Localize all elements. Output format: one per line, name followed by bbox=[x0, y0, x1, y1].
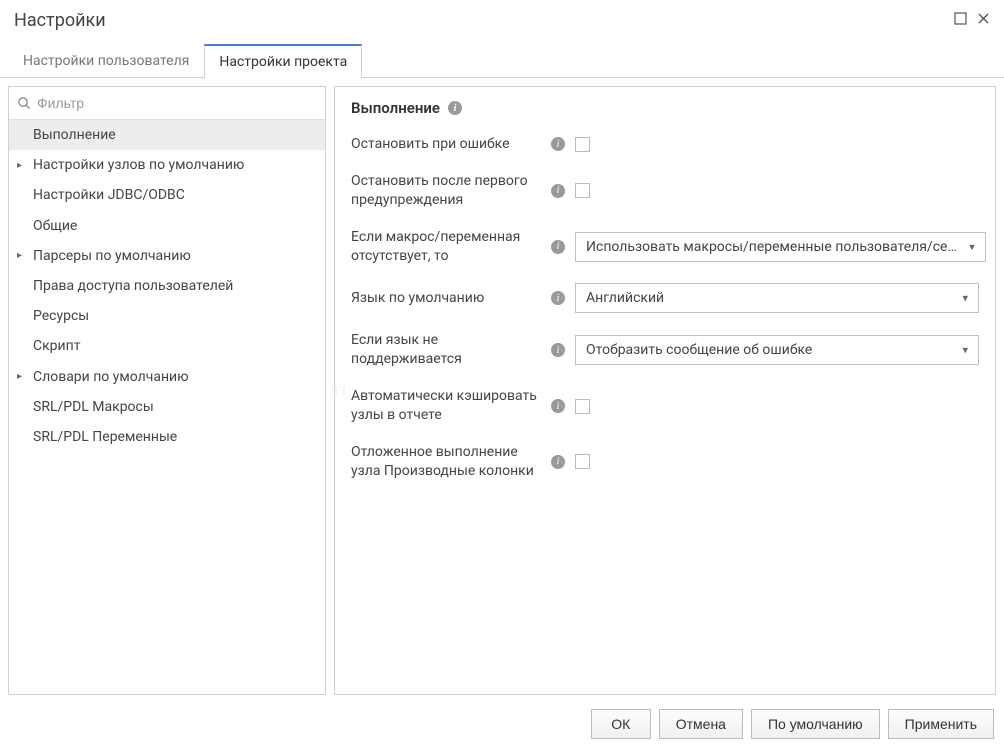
select-default-language[interactable]: Английский bbox=[575, 283, 979, 313]
sidebar-item-default-parsers[interactable]: ▸ Парсеры по умолчанию bbox=[9, 241, 325, 271]
sidebar-item-label: Настройки JDBC/ODBC bbox=[33, 186, 185, 204]
control-area bbox=[575, 183, 979, 198]
sidebar-item-label: Словари по умолчанию bbox=[33, 368, 189, 386]
maximize-icon[interactable] bbox=[954, 12, 967, 29]
label-unsupported-language: Если язык не поддерживается bbox=[351, 331, 541, 369]
row-stop-on-warning: Остановить после первого предупреждения … bbox=[351, 172, 979, 210]
window-title: Настройки bbox=[14, 10, 106, 31]
content-panel: ⋮⋮ Выполнение i Остановить при ошибке i … bbox=[334, 86, 996, 695]
select-missing-macro[interactable]: Использовать макросы/переменные пользова… bbox=[575, 232, 986, 262]
info-icon[interactable]: i bbox=[551, 455, 565, 469]
window-controls bbox=[954, 12, 990, 29]
sidebar-item-general[interactable]: Общие bbox=[9, 211, 325, 241]
sidebar-item-label: Скрипт bbox=[33, 337, 80, 355]
content-title-text: Выполнение bbox=[351, 99, 440, 117]
sidebar-item-label: SRL/PDL Макросы bbox=[33, 398, 154, 416]
info-icon[interactable]: i bbox=[551, 184, 565, 198]
tab-bar: Настройки пользователя Настройки проекта bbox=[0, 43, 1004, 78]
sidebar-item-label: Права доступа пользователей bbox=[33, 277, 233, 295]
chevron-right-icon: ▸ bbox=[17, 159, 22, 172]
row-auto-cache: Автоматически кэшировать узлы в отчете i bbox=[351, 387, 979, 425]
row-unsupported-language: Если язык не поддерживается i Отобразить… bbox=[351, 331, 979, 369]
row-deferred-execution: Отложенное выполнение узла Производные к… bbox=[351, 443, 979, 481]
sidebar-item-script[interactable]: Скрипт bbox=[9, 331, 325, 361]
sidebar-item-label: Ресурсы bbox=[33, 307, 89, 325]
label-deferred-execution: Отложенное выполнение узла Производные к… bbox=[351, 443, 541, 481]
label-stop-on-warning: Остановить после первого предупреждения bbox=[351, 172, 541, 210]
info-icon[interactable]: i bbox=[448, 101, 462, 115]
sidebar-item-default-dictionaries[interactable]: ▸ Словари по умолчанию bbox=[9, 362, 325, 392]
info-icon[interactable]: i bbox=[551, 291, 565, 305]
ok-button[interactable]: ОК bbox=[591, 709, 651, 739]
tab-project-settings[interactable]: Настройки проекта bbox=[204, 44, 362, 78]
info-icon[interactable]: i bbox=[551, 137, 565, 151]
footer: ОК Отмена По умолчанию Применить bbox=[0, 699, 1004, 751]
splitter-handle[interactable]: ⋮⋮ bbox=[334, 385, 347, 396]
info-icon[interactable]: i bbox=[551, 240, 565, 254]
label-auto-cache: Автоматически кэшировать узлы в отчете bbox=[351, 387, 541, 425]
label-missing-macro: Если макрос/переменная отсутствует, то bbox=[351, 228, 541, 266]
control-area bbox=[575, 399, 979, 414]
search-icon bbox=[17, 96, 31, 110]
settings-window: Настройки Настройки пользователя Настрой… bbox=[0, 0, 1004, 751]
titlebar: Настройки bbox=[0, 0, 1004, 37]
cancel-button[interactable]: Отмена bbox=[659, 709, 743, 739]
sidebar-item-label: Выполнение bbox=[33, 126, 116, 144]
apply-button[interactable]: Применить bbox=[888, 709, 994, 739]
checkbox-stop-on-warning[interactable] bbox=[575, 183, 590, 198]
filter-box bbox=[9, 87, 325, 120]
sidebar-item-jdbc-odbc[interactable]: Настройки JDBC/ODBC bbox=[9, 180, 325, 210]
sidebar-item-label: Настройки узлов по умолчанию bbox=[33, 156, 244, 174]
chevron-right-icon: ▸ bbox=[17, 249, 22, 262]
label-default-language: Язык по умолчанию bbox=[351, 289, 541, 308]
close-icon[interactable] bbox=[977, 12, 990, 29]
sidebar-item-user-access[interactable]: Права доступа пользователей bbox=[9, 271, 325, 301]
sidebar-item-label: SRL/PDL Переменные bbox=[33, 428, 177, 446]
content-title: Выполнение i bbox=[351, 99, 979, 117]
info-icon[interactable]: i bbox=[551, 399, 565, 413]
chevron-right-icon: ▸ bbox=[17, 370, 22, 383]
sidebar-item-execution[interactable]: Выполнение bbox=[9, 120, 325, 150]
sidebar-item-srl-variables[interactable]: SRL/PDL Переменные bbox=[9, 422, 325, 452]
body: Выполнение ▸ Настройки узлов по умолчани… bbox=[0, 78, 1004, 699]
default-button[interactable]: По умолчанию bbox=[751, 709, 880, 739]
control-area: Английский bbox=[575, 283, 979, 313]
select-unsupported-language[interactable]: Отобразить сообщение об ошибке bbox=[575, 335, 979, 365]
sidebar-item-label: Парсеры по умолчанию bbox=[33, 247, 191, 265]
sidebar-item-default-node-settings[interactable]: ▸ Настройки узлов по умолчанию bbox=[9, 150, 325, 180]
control-area: Использовать макросы/переменные пользова… bbox=[575, 232, 986, 262]
checkbox-auto-cache[interactable] bbox=[575, 399, 590, 414]
sidebar-item-srl-macros[interactable]: SRL/PDL Макросы bbox=[9, 392, 325, 422]
control-area bbox=[575, 454, 979, 469]
info-icon[interactable]: i bbox=[551, 343, 565, 357]
checkbox-stop-on-error[interactable] bbox=[575, 137, 590, 152]
row-default-language: Язык по умолчанию i Английский bbox=[351, 283, 979, 313]
tab-user-settings[interactable]: Настройки пользователя bbox=[8, 44, 204, 78]
row-stop-on-error: Остановить при ошибке i bbox=[351, 135, 979, 154]
sidebar-item-resources[interactable]: Ресурсы bbox=[9, 301, 325, 331]
checkbox-deferred-execution[interactable] bbox=[575, 454, 590, 469]
row-missing-macro: Если макрос/переменная отсутствует, то i… bbox=[351, 228, 979, 266]
control-area: Отобразить сообщение об ошибке bbox=[575, 335, 979, 365]
sidebar-nav: Выполнение ▸ Настройки узлов по умолчани… bbox=[9, 120, 325, 694]
sidebar: Выполнение ▸ Настройки узлов по умолчани… bbox=[8, 86, 326, 695]
control-area bbox=[575, 137, 979, 152]
sidebar-item-label: Общие bbox=[33, 217, 77, 235]
filter-input[interactable] bbox=[31, 91, 317, 115]
label-stop-on-error: Остановить при ошибке bbox=[351, 135, 541, 154]
